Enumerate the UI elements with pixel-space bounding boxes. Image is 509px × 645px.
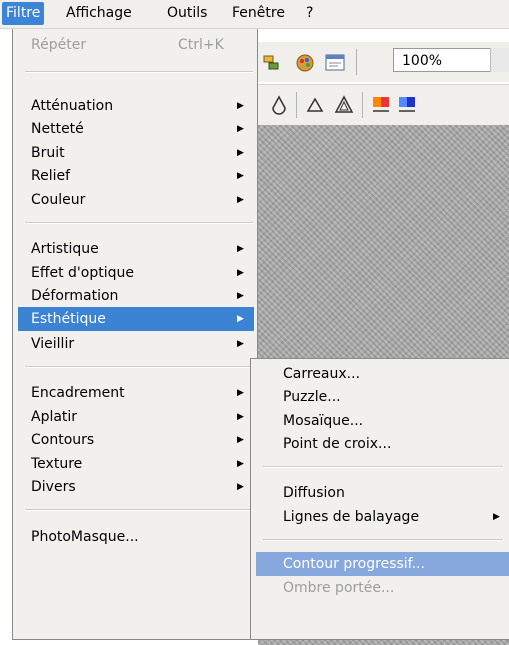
submenu-arrow-icon: ▶ bbox=[237, 244, 244, 254]
submenu-arrow-icon: ▶ bbox=[237, 148, 244, 158]
drop-icon[interactable] bbox=[268, 94, 290, 116]
submenu-item-point-de-croix[interactable]: Point de croix... bbox=[256, 432, 509, 456]
submenu-item-puzzle[interactable]: Puzzle... bbox=[256, 385, 509, 409]
toolbar-separator bbox=[356, 49, 357, 75]
submenu-arrow-icon: ▶ bbox=[237, 339, 244, 349]
toolbar-separator bbox=[296, 92, 297, 118]
menu-item-nettete[interactable]: Netteté ▶ bbox=[18, 117, 254, 141]
submenu-arrow-icon: ▶ bbox=[237, 124, 244, 134]
submenu-arrow-icon: ▶ bbox=[237, 171, 244, 181]
menu-bar: Filtre Affichage Outils Fenêtre ? bbox=[0, 0, 509, 29]
menu-item-divers[interactable]: Divers ▶ bbox=[18, 475, 254, 499]
menu-separator bbox=[263, 539, 503, 541]
submenu-item-contour-progressif[interactable]: Contour progressif... bbox=[256, 552, 509, 576]
menu-separator bbox=[25, 509, 253, 511]
triangle-icon[interactable] bbox=[304, 94, 326, 116]
menu-outils[interactable]: Outils bbox=[163, 2, 211, 25]
menu-fenetre[interactable]: Fenêtre bbox=[228, 2, 289, 25]
menu-item-aplatir[interactable]: Aplatir ▶ bbox=[18, 405, 254, 429]
menu-item-couleur[interactable]: Couleur ▶ bbox=[18, 188, 254, 212]
submenu-arrow-icon: ▶ bbox=[237, 435, 244, 445]
zoom-select[interactable]: 100% bbox=[393, 48, 493, 72]
submenu-item-lignes-de-balayage[interactable]: Lignes de balayage ▶ bbox=[256, 505, 509, 529]
layers-icon[interactable] bbox=[262, 52, 284, 74]
menu-item-encadrement[interactable]: Encadrement ▶ bbox=[18, 381, 254, 405]
menu-item-bruit[interactable]: Bruit ▶ bbox=[18, 141, 254, 165]
menu-item-repeter[interactable]: Répéter Ctrl+K bbox=[18, 33, 254, 57]
submenu-item-ombre-portee[interactable]: Ombre portée... bbox=[256, 576, 509, 600]
submenu-item-mosaique[interactable]: Mosaïque... bbox=[256, 409, 509, 433]
gradient-icon[interactable] bbox=[370, 94, 392, 116]
submenu-arrow-icon: ▶ bbox=[237, 268, 244, 278]
submenu-item-diffusion[interactable]: Diffusion bbox=[256, 481, 509, 505]
menu-item-artistique[interactable]: Artistique ▶ bbox=[18, 237, 254, 261]
submenu-arrow-icon: ▶ bbox=[237, 291, 244, 301]
menu-item-photomasque[interactable]: PhotoMasque... bbox=[18, 525, 254, 549]
submenu-arrow-icon: ▶ bbox=[237, 101, 244, 111]
submenu-arrow-icon: ▶ bbox=[237, 388, 244, 398]
esthetique-submenu: Carreaux... Puzzle... Mosaïque... Point … bbox=[250, 358, 509, 640]
menu-separator bbox=[263, 466, 503, 468]
submenu-arrow-icon: ▶ bbox=[237, 195, 244, 205]
triangle-outline-icon[interactable] bbox=[333, 94, 355, 116]
menu-separator bbox=[25, 71, 253, 73]
gradient-blue-icon[interactable] bbox=[396, 94, 418, 116]
menu-item-deformation[interactable]: Déformation ▶ bbox=[18, 284, 254, 308]
submenu-arrow-icon: ▶ bbox=[493, 512, 500, 522]
submenu-arrow-icon: ▶ bbox=[237, 459, 244, 469]
menu-item-attenuation[interactable]: Atténuation ▶ bbox=[18, 94, 254, 118]
toolbar-separator bbox=[362, 92, 363, 118]
zoom-dropdown-arrow[interactable] bbox=[490, 48, 509, 72]
submenu-item-carreaux[interactable]: Carreaux... bbox=[256, 362, 509, 386]
menu-separator bbox=[25, 366, 253, 368]
menu-item-vieillir[interactable]: Vieillir ▶ bbox=[18, 332, 254, 356]
window-icon[interactable] bbox=[324, 52, 346, 74]
menu-item-contours[interactable]: Contours ▶ bbox=[18, 428, 254, 452]
menu-item-esthetique[interactable]: Esthétique ▶ bbox=[18, 307, 254, 331]
menu-separator bbox=[25, 222, 253, 224]
filtre-dropdown-menu: Répéter Ctrl+K Atténuation ▶ Netteté ▶ Bru… bbox=[12, 29, 258, 640]
menu-affichage[interactable]: Affichage bbox=[62, 2, 136, 25]
menu-item-texture[interactable]: Texture ▶ bbox=[18, 452, 254, 476]
menu-filtre[interactable]: Filtre bbox=[2, 2, 45, 25]
menu-item-effet-optique[interactable]: Effet d'optique ▶ bbox=[18, 261, 254, 285]
submenu-arrow-icon: ▶ bbox=[237, 314, 244, 324]
menu-help[interactable]: ? bbox=[302, 2, 317, 25]
submenu-arrow-icon: ▶ bbox=[237, 412, 244, 422]
palette-icon[interactable] bbox=[294, 52, 316, 74]
menu-item-relief[interactable]: Relief ▶ bbox=[18, 164, 254, 188]
submenu-arrow-icon: ▶ bbox=[237, 482, 244, 492]
toolbar-tools bbox=[258, 84, 509, 125]
